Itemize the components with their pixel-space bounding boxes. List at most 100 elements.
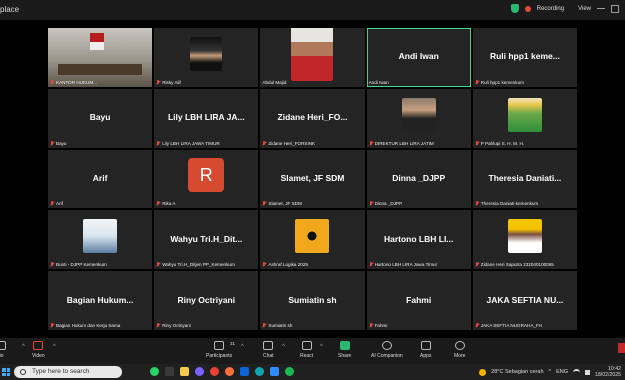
task-view-icon[interactable] <box>165 367 174 376</box>
video-tile[interactable]: Zidane Heri_FO... Zidane Heri_FORSINK <box>260 88 365 148</box>
participant-name: Fahmi <box>406 294 432 305</box>
participant-label: Hartono LBH LIRA Jawa Timur <box>369 262 437 267</box>
speaker-icon[interactable] <box>585 369 591 375</box>
conference-room-video <box>48 28 153 87</box>
avatar-initial: R <box>188 158 225 193</box>
participant-label: Zidane Heri Saputra 232040100065 <box>475 262 554 267</box>
avatar <box>83 219 118 254</box>
participant-name: Zidane Heri_FO... <box>277 112 348 123</box>
participant-label: KANTOR HUKUM... <box>50 79 97 85</box>
shield-icon[interactable] <box>510 4 519 13</box>
muted-mic-icon <box>475 140 479 146</box>
chevron-up-icon[interactable]: ^ <box>241 344 244 350</box>
clock[interactable]: 10:42 18/02/2025 <box>595 366 621 378</box>
video-tile[interactable]: KANTOR HUKUM... <box>48 28 153 87</box>
flag <box>89 32 105 51</box>
minimize-button[interactable] <box>597 8 605 9</box>
react-button[interactable]: React <box>300 341 313 359</box>
meeting-toolbar: lio ^ Video ^ Participants 31 ^ Chat ^ R… <box>0 338 625 364</box>
chevron-up-icon[interactable]: ^ <box>549 369 552 375</box>
video-tile-active-speaker[interactable]: Andi Iwan Andi Iwan <box>366 28 471 87</box>
video-tile[interactable]: Sumiatin sh Sumiatin sh <box>260 271 365 330</box>
chevron-up-icon[interactable]: ^ <box>22 344 25 350</box>
video-tile[interactable]: JAKA SEFTIA NU... JAKA SEFTIA NUGRAHA_FH <box>472 271 577 330</box>
recording-label[interactable]: Recording <box>537 6 564 12</box>
chrome-icon[interactable] <box>210 367 219 376</box>
video-tile[interactable]: Hartono LBH LI... Hartono LBH LIRA Jawa … <box>366 210 471 270</box>
video-tile[interactable]: DIREKTUR LBH LIRA JATIM <box>366 88 471 148</box>
participant-label: Rika A <box>156 201 175 206</box>
video-tile[interactable]: Dinna _DJPP Dinna _DJPP <box>366 149 471 209</box>
language-indicator[interactable]: ENG <box>556 369 568 375</box>
video-tile[interactable]: R Rika A <box>154 149 259 209</box>
muted-mic-icon <box>475 322 479 328</box>
copilot-icon[interactable] <box>195 367 204 376</box>
video-button[interactable]: Video <box>32 341 45 359</box>
file-explorer-icon[interactable] <box>180 367 189 376</box>
apps-button[interactable]: Apps <box>420 341 431 359</box>
participant-label: Slamet, JF SDM <box>262 201 302 206</box>
gallery-grid: KANTOR HUKUM... Risky Alif Abdul Majid A… <box>48 28 577 330</box>
participant-name: Bagian Hukum... <box>66 294 134 305</box>
chevron-up-icon[interactable]: ^ <box>320 344 323 350</box>
audio-button[interactable]: lio <box>0 341 6 359</box>
wifi-icon[interactable] <box>573 368 581 376</box>
firefox-icon[interactable] <box>225 367 234 376</box>
share-button[interactable]: Share <box>338 341 351 359</box>
muted-mic-icon <box>369 201 373 206</box>
chevron-up-icon[interactable]: ^ <box>282 344 285 350</box>
maximize-button[interactable] <box>611 4 619 13</box>
muted-mic-icon <box>50 140 54 146</box>
video-tile[interactable]: Fahmi Fahmi <box>366 271 471 330</box>
participant-label: Bunti - DJPP Kemenkum <box>50 262 107 267</box>
participant-label: Arif <box>50 201 63 206</box>
chevron-up-icon[interactable]: ^ <box>53 344 56 350</box>
weather-text[interactable]: 28°C Sebagian cerah <box>491 369 543 375</box>
video-tile[interactable]: Wahyu Tri.H_Dit... Wahyu Tri.H_Ditjen PP… <box>154 210 259 270</box>
video-tile[interactable]: P Pahlupi S. H. M. H. <box>472 88 577 148</box>
view-button[interactable]: View <box>578 6 591 12</box>
taskbar-search-input[interactable]: Type here to search <box>14 366 122 378</box>
muted-mic-icon <box>50 322 54 328</box>
participant-name: Dinna _DJPP <box>392 172 446 183</box>
edge-icon[interactable] <box>255 367 264 376</box>
video-tile[interactable]: Risky Alif <box>154 28 259 87</box>
participant-label: Bagian Hukum dan Kerja Sama <box>50 322 120 328</box>
more-button[interactable]: More <box>454 341 465 359</box>
search-icon <box>20 369 26 375</box>
video-tile[interactable]: Riny Octriyani Riny Octriyani <box>154 271 259 330</box>
mail-icon[interactable] <box>240 367 249 376</box>
video-tile[interactable]: Lily LBH LIRA JA... Lily LBH LIRA JAWA T… <box>154 88 259 148</box>
table <box>58 64 142 76</box>
video-camera-off-icon <box>33 341 44 350</box>
zoom-icon[interactable] <box>270 367 279 376</box>
spotify-icon[interactable] <box>285 367 294 376</box>
video-tile[interactable]: Zidane Heri Saputra 232040100065 <box>472 210 577 270</box>
participant-label: Andi Iwan <box>368 79 389 85</box>
muted-mic-icon <box>156 140 160 146</box>
video-tile[interactable]: Bagian Hukum... Bagian Hukum dan Kerja S… <box>48 271 153 330</box>
avatar <box>401 97 436 132</box>
video-tile[interactable]: Ruli hpp1 keme... Ruli hpp1 kemenkum <box>472 28 577 87</box>
end-meeting-button[interactable] <box>618 343 625 353</box>
video-tile[interactable]: Theresia Daniati... Theresia Daniati-kem… <box>472 149 577 209</box>
whatsapp-icon[interactable] <box>150 367 159 376</box>
ai-companion-button[interactable]: AI Companion <box>371 341 403 359</box>
video-tile[interactable]: Bunti - DJPP Kemenkum <box>48 210 153 270</box>
participant-label: Dinna _DJPP <box>369 201 402 206</box>
video-tile[interactable]: Slamet, JF SDM Slamet, JF SDM <box>260 149 365 209</box>
sparkle-icon <box>381 341 392 350</box>
participant-name: Hartono LBH LI... <box>383 233 454 244</box>
video-tile[interactable]: Ashraf Logika 2029 <box>260 210 365 270</box>
participant-label: Ruli hpp1 kemenkum <box>475 79 524 85</box>
windows-start-icon[interactable] <box>2 368 10 376</box>
video-tile[interactable]: Bayu Bayu <box>48 88 153 148</box>
participants-button[interactable]: Participants <box>206 341 232 359</box>
participant-label: Wahyu Tri.H_Ditjen PP_Kemenkum <box>156 262 235 267</box>
heart-icon <box>301 341 312 350</box>
muted-mic-icon <box>50 201 54 206</box>
video-tile[interactable]: Arif Arif <box>48 149 153 209</box>
chat-button[interactable]: Chat <box>263 341 274 359</box>
participant-label: Abdul Majid <box>262 79 287 85</box>
video-tile[interactable]: Abdul Majid <box>260 28 365 87</box>
